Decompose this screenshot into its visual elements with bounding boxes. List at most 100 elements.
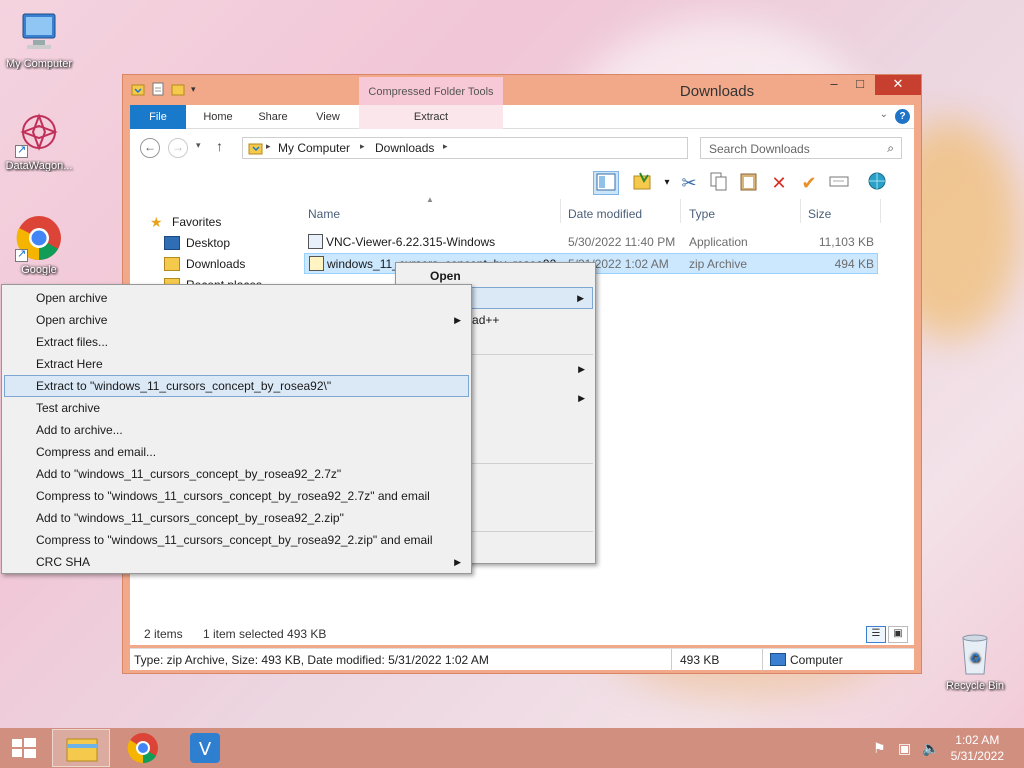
desktop-icon-google[interactable]: Google [0, 214, 78, 276]
tab-view[interactable]: View [304, 105, 352, 129]
details-view-icon[interactable]: ☰ [866, 626, 886, 643]
menu-item-crc-sha[interactable]: CRC SHA ▶ [4, 551, 469, 573]
taskbar-chrome[interactable] [114, 729, 172, 767]
menu-item-extract-here[interactable]: Extract Here [4, 353, 469, 375]
column-header-type[interactable]: Type [689, 207, 715, 221]
tab-home[interactable]: Home [192, 105, 244, 129]
column-header-name[interactable]: Name [308, 207, 340, 221]
back-button[interactable]: ← [140, 138, 160, 158]
paste-icon[interactable] [736, 171, 762, 195]
menu-item-add-to-archive[interactable]: Add to archive... [4, 419, 469, 441]
submenu-arrow-icon: ▶ [577, 293, 584, 303]
address-row: ← → ▾ ↑ ▸ My Computer ▸ Downloads ▸ ⌄ ↻ … [130, 129, 914, 167]
file-name: VNC-Viewer-6.22.315-Windows [326, 235, 496, 249]
chevron-down-icon[interactable]: ⌄ [880, 109, 888, 120]
desktop-icon-my-computer[interactable]: My Computer [0, 8, 78, 70]
delete-icon[interactable]: ✕ [766, 171, 792, 195]
folder-options-icon[interactable] [630, 171, 656, 195]
close-button[interactable]: ✕ [875, 75, 921, 95]
clock-time: 1:02 AM [955, 733, 1000, 747]
desktop-icon-datawagon[interactable]: DataWagon... [0, 110, 78, 172]
menu-item-extract-files[interactable]: Extract files... [4, 331, 469, 353]
table-row[interactable]: VNC-Viewer-6.22.315-Windows 5/30/2022 11… [304, 232, 878, 253]
copy-icon[interactable] [706, 171, 732, 195]
cut-icon[interactable]: ✂ [676, 171, 702, 195]
title-bar[interactable]: ▾ Compressed Folder Tools Downloads – □ … [123, 75, 921, 105]
zip-archive-icon [309, 256, 324, 271]
nav-favorites[interactable]: ★ Favorites [150, 215, 221, 229]
search-icon[interactable]: ⌕ [887, 141, 894, 156]
maximize-button[interactable]: □ [847, 75, 873, 95]
desktop-icon-label: Recycle Bin [945, 680, 1005, 692]
tab-file[interactable]: File [130, 105, 186, 129]
menu-item-open-archive-submenu[interactable]: Open archive ▶ [4, 309, 469, 331]
divider [671, 649, 672, 671]
status-bar: 2 items 1 item selected 493 KB ☰ ▣ [130, 623, 914, 645]
details-location: Computer [790, 653, 843, 667]
breadcrumb-downloads[interactable]: Downloads [375, 141, 434, 155]
submenu-arrow-icon: ▶ [454, 315, 461, 325]
address-bar[interactable]: ▸ My Computer ▸ Downloads ▸ ⌄ ↻ [242, 137, 790, 159]
window-title: Downloads [679, 83, 755, 100]
selection-info: 1 item selected 493 KB [203, 627, 327, 641]
menu-item-compress-and-email[interactable]: Compress and email... [4, 441, 469, 463]
nav-downloads[interactable]: Downloads [164, 257, 245, 271]
computer-icon [15, 8, 63, 56]
file-type: Application [689, 235, 748, 249]
menu-item-compress-7z-email[interactable]: Compress to "windows_11_cursors_concept_… [4, 485, 469, 507]
network-icon[interactable]: ▣ [898, 740, 911, 757]
menu-item-test-archive[interactable]: Test archive [4, 397, 469, 419]
breadcrumb-my-computer[interactable]: My Computer [278, 141, 350, 155]
column-divider[interactable] [680, 199, 681, 223]
menu-item-extract-to-folder[interactable]: Extract to "windows_11_cursors_concept_b… [4, 375, 469, 397]
tab-extract[interactable]: Extract [359, 105, 503, 129]
menu-item-label: Open archive [36, 313, 108, 327]
file-size: 11,103 KB [818, 235, 874, 249]
minimize-button[interactable]: – [821, 75, 847, 95]
help-icon[interactable]: ? [895, 109, 910, 124]
menu-item-open-archive[interactable]: Open archive [4, 287, 469, 309]
system-clock[interactable]: 1:02 AM 5/31/2022 [951, 732, 1004, 764]
desktop-icon [164, 236, 180, 250]
preview-pane-icon[interactable] [593, 171, 619, 195]
globe-icon[interactable] [864, 171, 890, 195]
recycle-bin-icon: ♻ [951, 630, 999, 678]
chrome-icon [15, 214, 63, 262]
svg-text:V: V [199, 739, 212, 760]
column-divider[interactable] [880, 199, 881, 223]
search-input[interactable]: Search Downloads ⌕ [700, 137, 902, 159]
vnc-viewer-icon: V [190, 733, 220, 763]
computer-icon [770, 653, 786, 666]
tab-share[interactable]: Share [248, 105, 298, 129]
checkmark-icon[interactable]: ✔ [796, 171, 822, 195]
column-header-date[interactable]: Date modified [568, 207, 642, 221]
breadcrumb-separator-icon: ▸ [360, 141, 365, 151]
nav-desktop[interactable]: Desktop [164, 236, 230, 250]
taskbar-vnc-viewer[interactable]: V [176, 729, 234, 767]
desktop-icon-recycle-bin[interactable]: ♻ Recycle Bin [936, 630, 1014, 692]
menu-item-add-to-zip[interactable]: Add to "windows_11_cursors_concept_by_ro… [4, 507, 469, 529]
up-arrow-icon[interactable]: ↑ [216, 138, 223, 154]
menu-item-compress-zip-email[interactable]: Compress to "windows_11_cursors_concept_… [4, 529, 469, 551]
taskbar-file-explorer[interactable] [52, 729, 110, 767]
rename-icon[interactable] [826, 171, 852, 195]
recent-locations-icon[interactable]: ▾ [196, 140, 201, 151]
volume-muted-icon[interactable]: 🔈 [922, 740, 939, 757]
column-divider[interactable] [560, 199, 561, 223]
start-button[interactable] [0, 729, 48, 767]
details-size: 493 KB [680, 653, 720, 667]
windows-logo-icon [12, 738, 36, 758]
column-header-size[interactable]: Size [808, 207, 831, 221]
menu-item-add-to-7z[interactable]: Add to "windows_11_cursors_concept_by_ro… [4, 463, 469, 485]
action-center-flag-icon[interactable]: ⚑ [873, 740, 886, 757]
large-icons-view-icon[interactable]: ▣ [888, 626, 908, 643]
search-placeholder: Search Downloads [709, 142, 810, 156]
chrome-icon [127, 733, 158, 764]
details-info: Type: zip Archive, Size: 493 KB, Date mo… [134, 653, 489, 667]
forward-button[interactable]: → [168, 138, 188, 158]
column-divider[interactable] [800, 199, 801, 223]
breadcrumb-separator-icon: ▸ [443, 141, 448, 151]
divider [762, 649, 763, 671]
tool-strip: ▾ ✂ ✕ ✔ [130, 167, 914, 199]
submenu-arrow-icon: ▶ [454, 557, 461, 567]
